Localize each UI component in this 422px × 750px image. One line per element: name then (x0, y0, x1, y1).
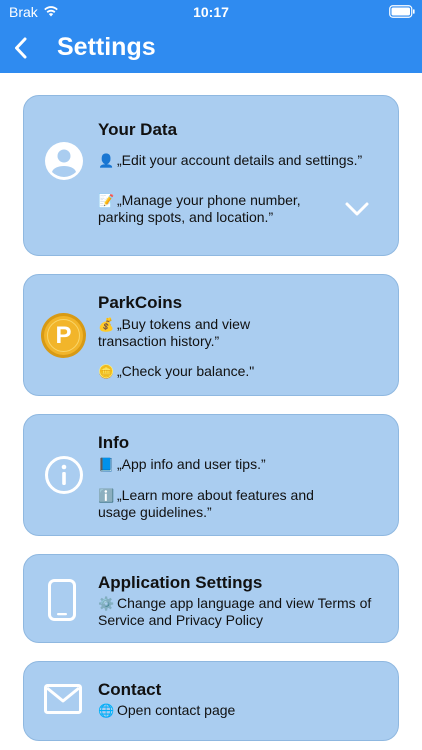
your-data-title: Your Data (98, 120, 178, 139)
your-data-line1: 👤 „Edit your account details and settings… (98, 152, 388, 169)
phone-icon (48, 579, 76, 621)
application-settings-card[interactable]: Application Settings ⚙️ Change app langua… (23, 554, 399, 643)
status-bar: Brak 10:17 (0, 0, 422, 24)
back-button[interactable] (6, 32, 36, 64)
parkcoins-title: ParkCoins (98, 293, 183, 312)
money-bag-emoji: 💰 (98, 317, 115, 332)
your-data-line2: 📝 „Manage your phone number, parking spot… (98, 192, 328, 225)
page-title: Settings (57, 33, 156, 61)
info-card[interactable]: Info 📘 „App info and user tips.” ℹ️ „Learn… (23, 414, 399, 536)
contact-title: Contact (98, 680, 162, 699)
battery-icon (389, 5, 415, 18)
chevron-down-icon[interactable] (344, 200, 370, 218)
parkcoins-line1-text: „Buy tokens and view transaction history… (98, 316, 251, 349)
memo-emoji: 📝 (98, 193, 115, 208)
info-title: Info (98, 433, 130, 452)
application-settings-title: Application Settings (98, 573, 263, 592)
application-settings-line1: ⚙️ Change app language and view Terms of … (98, 595, 388, 628)
coin-emoji: 🪙 (98, 364, 115, 379)
info-line2-text: „Learn more about features and usage gui… (98, 487, 314, 520)
parkcoins-line2-text: „Check your balance." (117, 363, 255, 379)
contact-line1-text: Open contact page (117, 702, 236, 718)
person-circle-icon (45, 142, 83, 180)
chevron-left-icon (15, 37, 27, 59)
gear-emoji: ⚙️ (98, 596, 115, 611)
clock: 10:17 (193, 4, 229, 20)
your-data-line1-text: „Edit your account details and settings.… (117, 152, 363, 168)
envelope-icon (44, 684, 82, 714)
parkcoins-card[interactable]: P ParkCoins 💰 „Buy tokens and view transa… (23, 274, 399, 396)
globe-emoji: 🌐 (98, 703, 115, 718)
book-emoji: 📘 (98, 457, 115, 472)
navigation-bar: Settings (0, 24, 422, 73)
parkcoins-line1: 💰 „Buy tokens and view transaction histor… (98, 316, 288, 349)
info-line1-text: „App info and user tips.” (117, 456, 266, 472)
info-line1: 📘 „App info and user tips.” (98, 456, 388, 473)
parkcoins-line2: 🪙 „Check your balance." (98, 363, 388, 380)
info-circle-icon (45, 456, 83, 494)
your-data-line2-text: „Manage your phone number, parking spots… (98, 192, 301, 225)
application-settings-line1-text: Change app language and view Terms of Se… (98, 595, 372, 628)
contact-card[interactable]: Contact 🌐 Open contact page (23, 661, 399, 741)
info-line2: ℹ️ „Learn more about features and usage g… (98, 487, 318, 520)
info-emoji: ℹ️ (98, 488, 115, 503)
contact-line1: 🌐 Open contact page (98, 702, 388, 719)
your-data-card[interactable]: Your Data 👤 „Edit your account details an… (23, 95, 399, 256)
coin-letter: P (55, 322, 72, 349)
bust-emoji: 👤 (98, 153, 115, 168)
